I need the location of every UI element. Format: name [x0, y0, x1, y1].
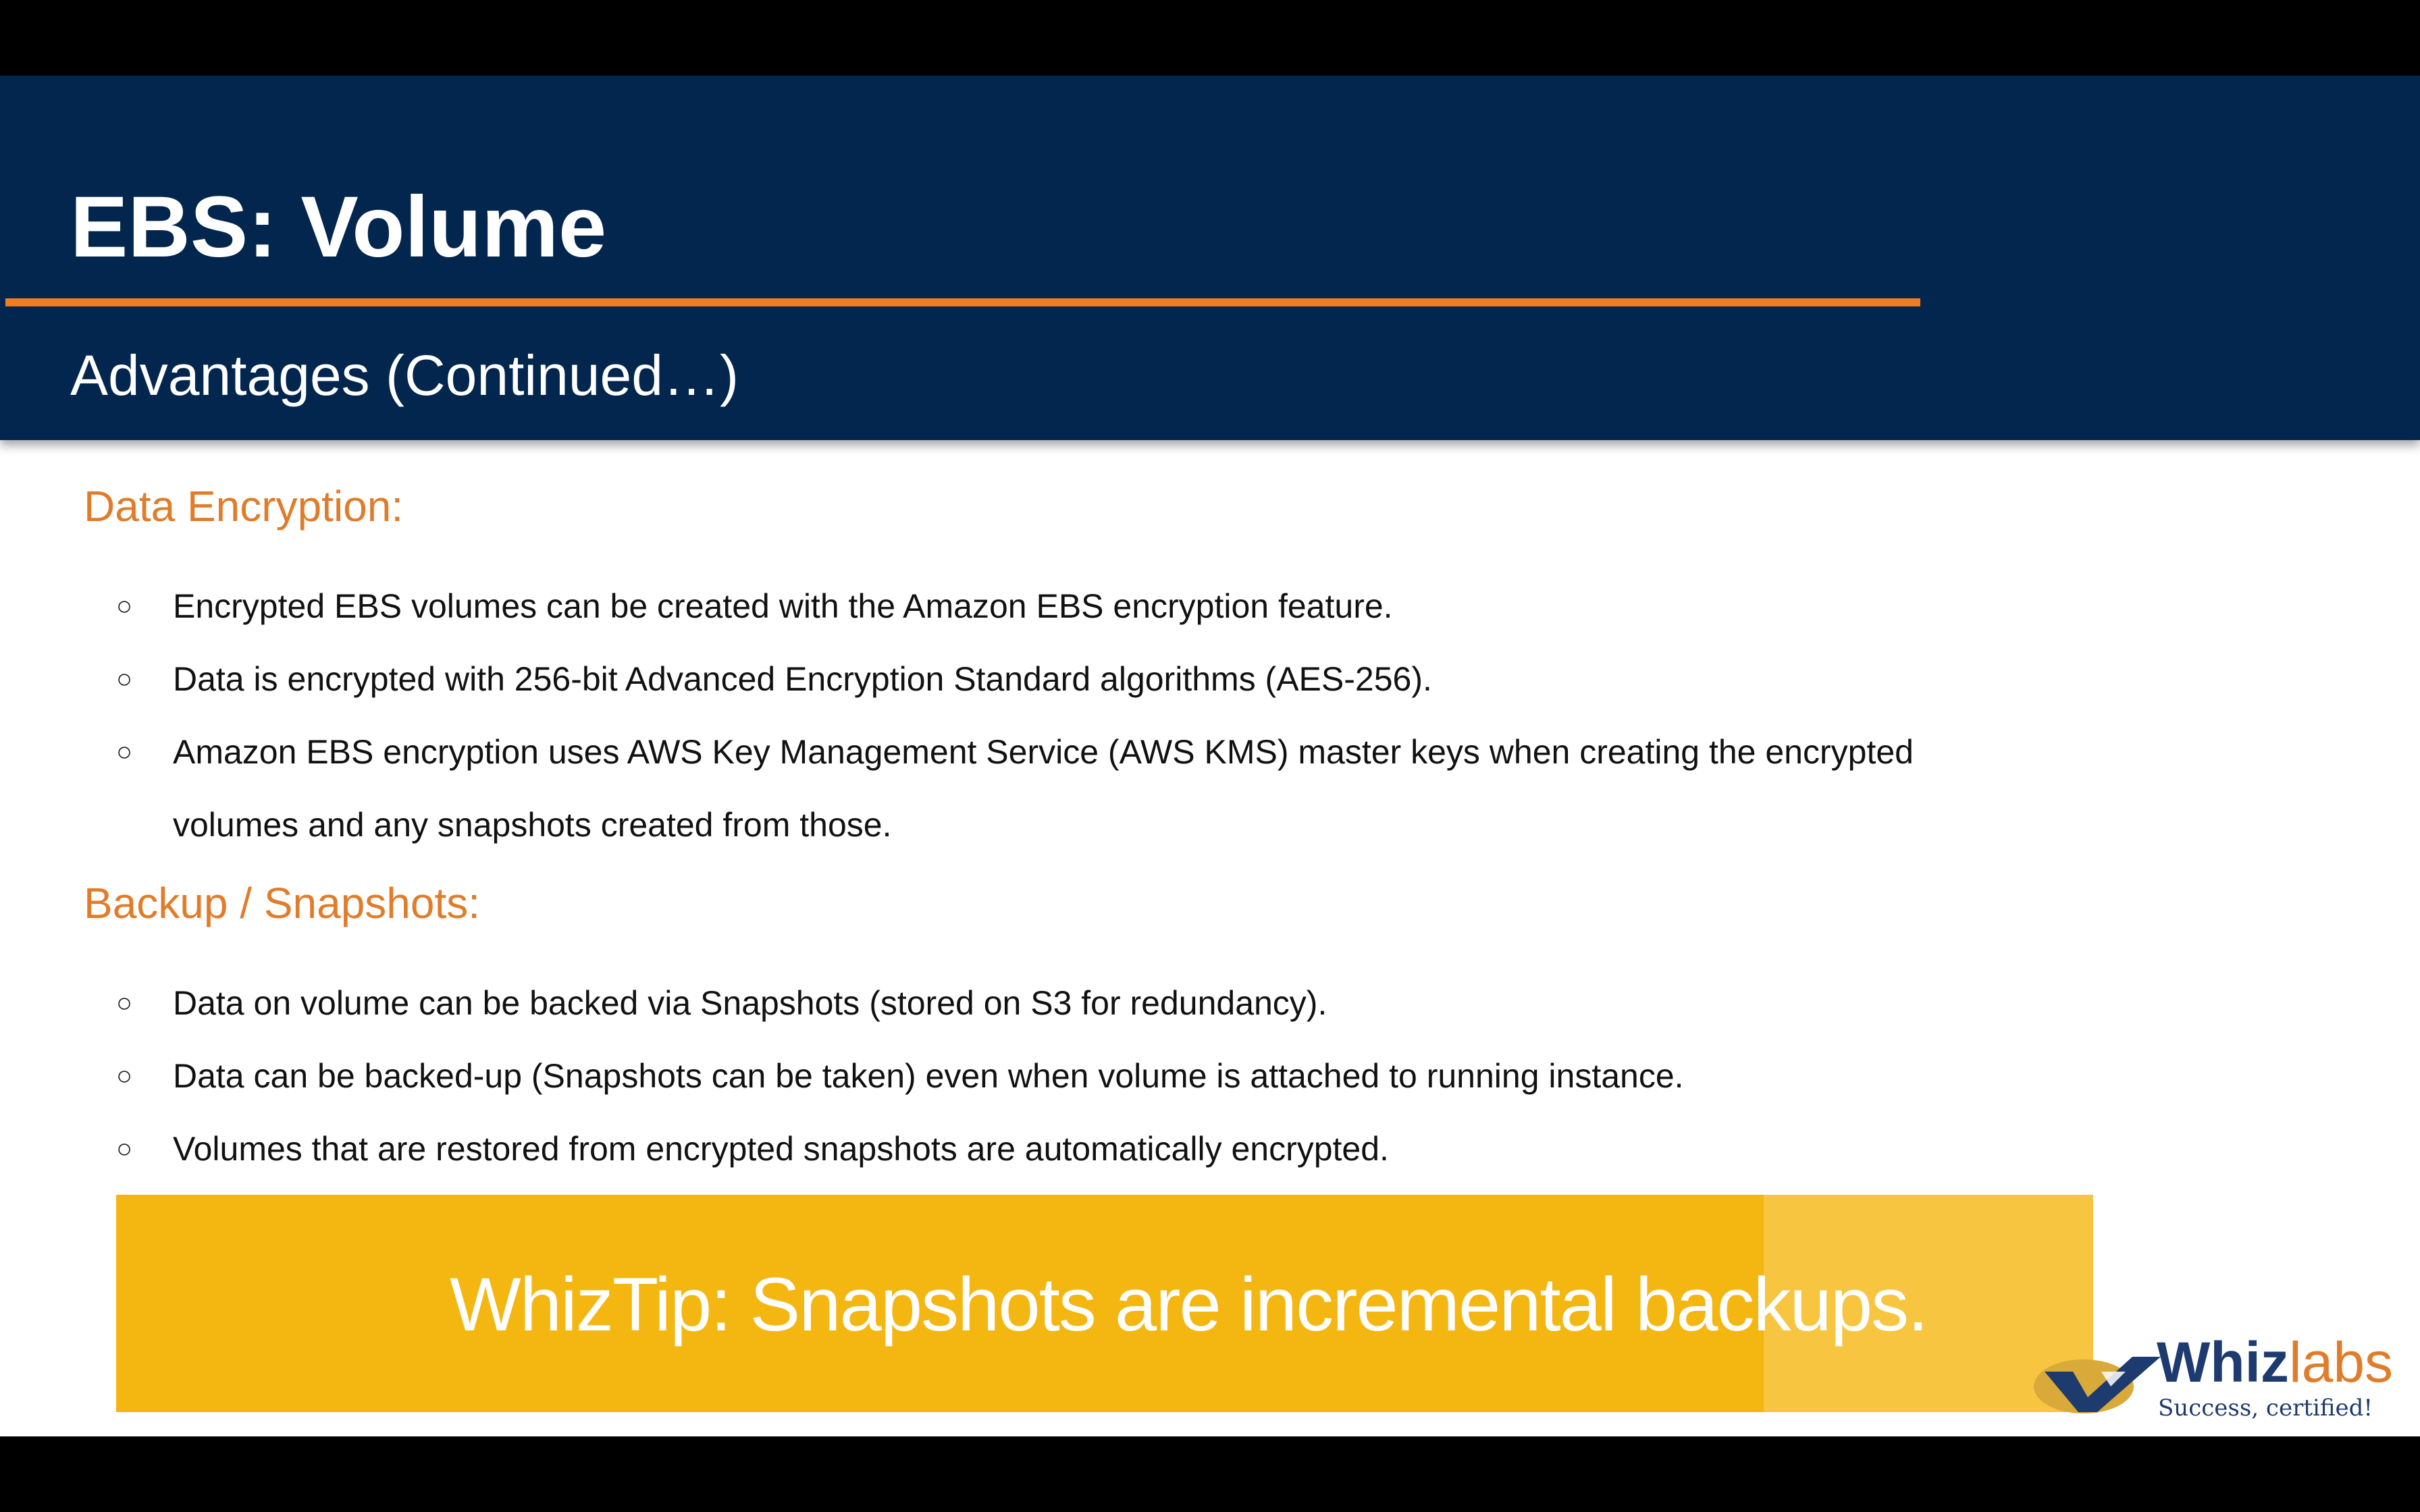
section-heading-data-encryption: Data Encryption: [84, 482, 404, 531]
logo-tagline: Success, certified! [2158, 1395, 2373, 1422]
bullet-circle-icon: ○ [116, 1134, 133, 1164]
title-divider [5, 298, 1920, 306]
list-item-text: Data is encrypted with 256-bit Advanced … [173, 660, 1432, 698]
list-item-text: Data on volume can be backed via Snapsho… [173, 984, 1327, 1022]
list-item-text: volumes and any snapshots created from t… [173, 806, 892, 844]
bullet-circle-icon: ○ [116, 988, 133, 1018]
slide-header: EBS: Volume Advantages (Continued…) [0, 76, 2420, 440]
slide-subtitle: Advantages (Continued…) [70, 344, 739, 407]
list-item-text: Amazon EBS encryption uses AWS Key Manag… [173, 733, 1914, 771]
slide-title: EBS: Volume [70, 179, 607, 275]
whizlabs-logo: Whizlabs Success, certified! [2031, 1331, 2393, 1432]
logo-word-whiz: Whiz [2157, 1330, 2289, 1394]
logo-wordmark: Whizlabs [2157, 1331, 2393, 1393]
slide: EBS: Volume Advantages (Continued…) Data… [0, 76, 2420, 1436]
logo-word-labs: labs [2288, 1330, 2394, 1394]
list-item-text: Data can be backed-up (Snapshots can be … [173, 1057, 1684, 1095]
whizlabs-logo-mark-icon [2034, 1357, 2161, 1413]
list-item-text: Volumes that are restored from encrypted… [173, 1130, 1389, 1168]
list-item-text: Encrypted EBS volumes can be created wit… [173, 587, 1393, 625]
bullet-circle-icon: ○ [116, 591, 133, 621]
whiztip-banner: WhizTip: Snapshots are incremental backu… [116, 1195, 2093, 1412]
section-heading-backup-snapshots: Backup / Snapshots: [84, 879, 481, 927]
bullet-circle-icon: ○ [116, 737, 133, 767]
whiztip-text: WhizTip: Snapshots are incremental backu… [450, 1262, 1928, 1347]
bullet-circle-icon: ○ [116, 1061, 133, 1091]
bullet-circle-icon: ○ [116, 664, 133, 694]
